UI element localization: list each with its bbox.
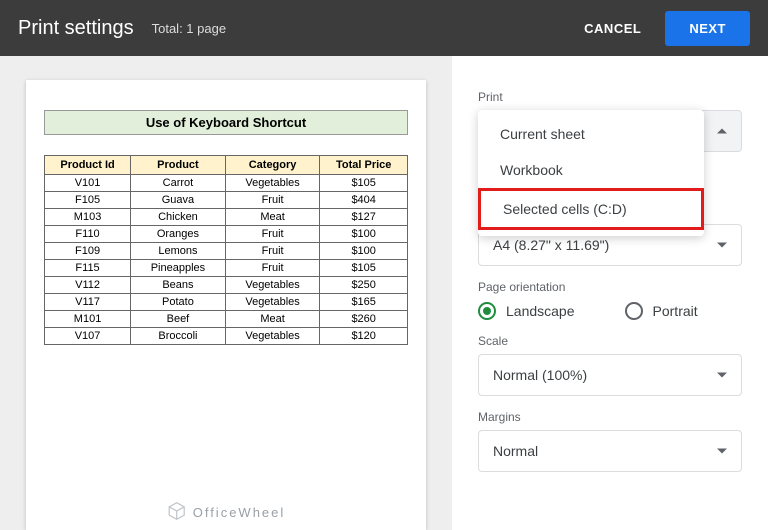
preview-title-table: Use of Keyboard Shortcut — [44, 110, 408, 135]
margins-value: Normal — [493, 443, 538, 459]
table-row: F105GuavaFruit$404 — [45, 192, 408, 209]
page-total: Total: 1 page — [152, 21, 226, 36]
orientation-landscape[interactable]: Landscape — [478, 302, 575, 320]
preview-data-table: Product Id Product Category Total Price … — [44, 155, 408, 345]
print-range-menu: Current sheet Workbook Selected cells (C… — [478, 110, 704, 236]
table-row: M103ChickenMeat$127 — [45, 209, 408, 226]
caret-down-icon — [717, 243, 727, 248]
scale-value: Normal (100%) — [493, 367, 587, 383]
col-header: Category — [225, 156, 320, 175]
table-row: V101CarrotVegetables$105 — [45, 175, 408, 192]
margins-label: Margins — [478, 410, 742, 424]
radio-label: Portrait — [653, 303, 698, 319]
radio-label: Landscape — [506, 303, 575, 319]
table-row: M101BeefMeat$260 — [45, 311, 408, 328]
preview-sheet: Use of Keyboard Shortcut Product Id Prod… — [26, 80, 426, 530]
print-option-current-sheet[interactable]: Current sheet — [478, 116, 704, 152]
orientation-radio-group: Landscape Portrait — [478, 302, 742, 320]
table-row: F109LemonsFruit$100 — [45, 243, 408, 260]
table-header-row: Product Id Product Category Total Price — [45, 156, 408, 175]
caret-down-icon — [717, 449, 727, 454]
table-row: V112BeansVegetables$250 — [45, 277, 408, 294]
margins-select[interactable]: Normal — [478, 430, 742, 472]
preview-title: Use of Keyboard Shortcut — [45, 111, 408, 135]
print-option-workbook[interactable]: Workbook — [478, 152, 704, 188]
caret-up-icon — [717, 129, 727, 134]
preview-pane: Use of Keyboard Shortcut Product Id Prod… — [0, 56, 452, 530]
caret-down-icon — [717, 373, 727, 378]
content-split: Use of Keyboard Shortcut Product Id Prod… — [0, 56, 768, 530]
orientation-portrait[interactable]: Portrait — [625, 302, 698, 320]
next-button[interactable]: NEXT — [665, 11, 750, 46]
radio-icon — [625, 302, 643, 320]
paper-size-value: A4 (8.27" x 11.69") — [493, 237, 609, 253]
settings-sidebar: Print Current sheet Workbook Selected ce… — [452, 56, 768, 530]
table-row: V107BroccoliVegetables$120 — [45, 328, 408, 345]
scale-select[interactable]: Normal (100%) — [478, 354, 742, 396]
col-header: Product Id — [45, 156, 131, 175]
print-section-label: Print — [478, 90, 742, 104]
print-range-dropdown[interactable]: Current sheet Workbook Selected cells (C… — [478, 110, 742, 152]
table-row: F110OrangesFruit$100 — [45, 226, 408, 243]
col-header: Product — [131, 156, 226, 175]
cancel-button[interactable]: CANCEL — [570, 11, 655, 46]
table-row: V117PotatoVegetables$165 — [45, 294, 408, 311]
orientation-label: Page orientation — [478, 280, 742, 294]
print-option-selected-cells[interactable]: Selected cells (C:D) — [478, 188, 704, 230]
table-row: F115PineapplesFruit$105 — [45, 260, 408, 277]
app-bar: Print settings Total: 1 page CANCEL NEXT — [0, 0, 768, 56]
page-title: Print settings — [18, 17, 134, 40]
scale-label: Scale — [478, 334, 742, 348]
col-header: Total Price — [320, 156, 408, 175]
radio-icon — [478, 302, 496, 320]
